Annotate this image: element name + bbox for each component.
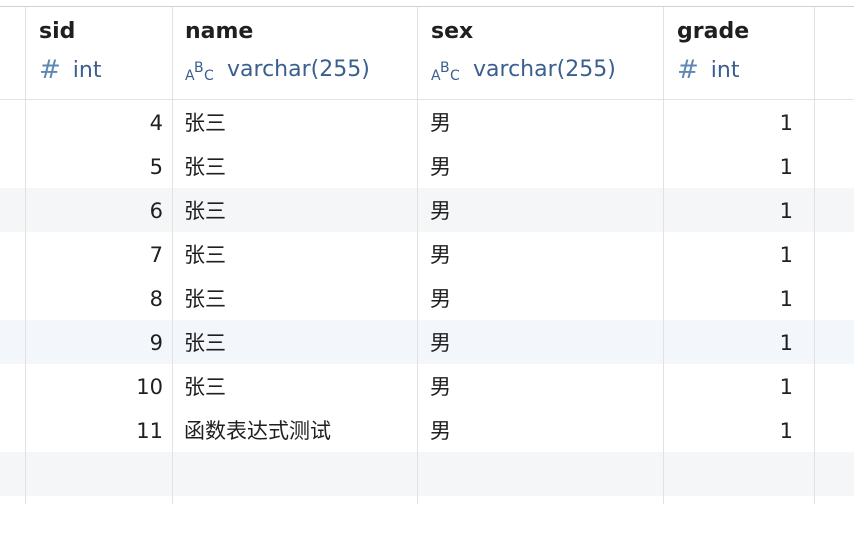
table-row[interactable]: 8 张三男 1: [0, 276, 854, 320]
cell-name[interactable]: [184, 452, 414, 496]
cell-sex[interactable]: 男: [430, 232, 660, 276]
cell-sid[interactable]: [26, 452, 163, 496]
column-header-name[interactable]: name ABC varchar(255): [172, 7, 417, 99]
cell-name[interactable]: 张三: [184, 320, 414, 364]
column-header-grade[interactable]: grade # int: [664, 7, 814, 99]
cell-sid[interactable]: 5: [26, 144, 163, 188]
column-name: sex: [431, 19, 474, 44]
column-name: sid: [39, 19, 76, 44]
grid-header: sid # int name ABC varchar(255) sex ABC …: [0, 7, 854, 100]
table-row[interactable]: 11 函数表达式测试男 1: [0, 408, 854, 452]
abc-icon: ABC: [431, 59, 460, 84]
cell-sid[interactable]: 7: [26, 232, 163, 276]
cell-grade[interactable]: 1: [664, 320, 793, 364]
column-type: varchar(255): [473, 57, 616, 82]
cell-name[interactable]: 张三: [184, 188, 414, 232]
column-type: int: [72, 57, 102, 83]
cell-grade[interactable]: 1: [664, 188, 793, 232]
cell-sex[interactable]: 男: [430, 320, 660, 364]
cell-name[interactable]: 张三: [184, 100, 414, 144]
table-row[interactable]: 5 张三男 1: [0, 144, 854, 188]
cell-sid[interactable]: [26, 496, 163, 540]
cell-grade[interactable]: 1: [664, 276, 793, 320]
column-type: int: [710, 57, 740, 83]
cell-name[interactable]: [184, 496, 414, 540]
column-divider: [417, 7, 418, 504]
table-row[interactable]: 10 张三男 1: [0, 364, 854, 408]
cell-sid[interactable]: 9: [26, 320, 163, 364]
cell-grade[interactable]: [664, 452, 793, 496]
column-name: grade: [677, 19, 750, 44]
cell-grade[interactable]: [664, 496, 793, 540]
cell-grade[interactable]: 1: [664, 144, 793, 188]
cell-grade[interactable]: 1: [664, 408, 793, 452]
column-divider: [172, 7, 173, 504]
cell-sex[interactable]: 男: [430, 144, 660, 188]
cell-sex[interactable]: 男: [430, 188, 660, 232]
cell-grade[interactable]: 1: [664, 100, 793, 144]
cell-grade[interactable]: 1: [664, 232, 793, 276]
column-name: name: [185, 19, 254, 44]
hash-icon: #: [39, 55, 61, 85]
column-divider: [814, 7, 815, 504]
cell-sex[interactable]: 男: [430, 276, 660, 320]
cell-name[interactable]: 张三: [184, 276, 414, 320]
table-row[interactable]: 4 张三男 1: [0, 100, 854, 144]
cell-grade[interactable]: 1: [664, 364, 793, 408]
cell-sex[interactable]: [430, 496, 660, 540]
cell-sid[interactable]: 8: [26, 276, 163, 320]
column-type: varchar(255): [227, 57, 370, 82]
table-row[interactable]: 9 张三男 1: [0, 320, 854, 364]
column-divider: [663, 7, 664, 504]
cell-name[interactable]: 张三: [184, 144, 414, 188]
abc-icon: ABC: [185, 59, 214, 84]
cell-name[interactable]: 张三: [184, 232, 414, 276]
table-row[interactable]: 6 张三男 1: [0, 188, 854, 232]
cell-name[interactable]: 张三: [184, 364, 414, 408]
cell-sex[interactable]: 男: [430, 408, 660, 452]
cell-sid[interactable]: 6: [26, 188, 163, 232]
column-divider: [25, 7, 26, 504]
cell-sid[interactable]: 4: [26, 100, 163, 144]
table-row[interactable]: 7 张三男 1: [0, 232, 854, 276]
cell-sid[interactable]: 11: [26, 408, 163, 452]
cell-sid[interactable]: 10: [26, 364, 163, 408]
hash-icon: #: [677, 55, 699, 85]
table-row[interactable]: [0, 452, 854, 496]
cell-sex[interactable]: 男: [430, 100, 660, 144]
cell-sex[interactable]: [430, 452, 660, 496]
cell-name[interactable]: 函数表达式测试: [184, 408, 414, 452]
column-header-sid[interactable]: sid # int: [26, 7, 172, 99]
cell-sex[interactable]: 男: [430, 364, 660, 408]
column-header-sex[interactable]: sex ABC varchar(255): [418, 7, 663, 99]
table-row[interactable]: [0, 496, 854, 540]
